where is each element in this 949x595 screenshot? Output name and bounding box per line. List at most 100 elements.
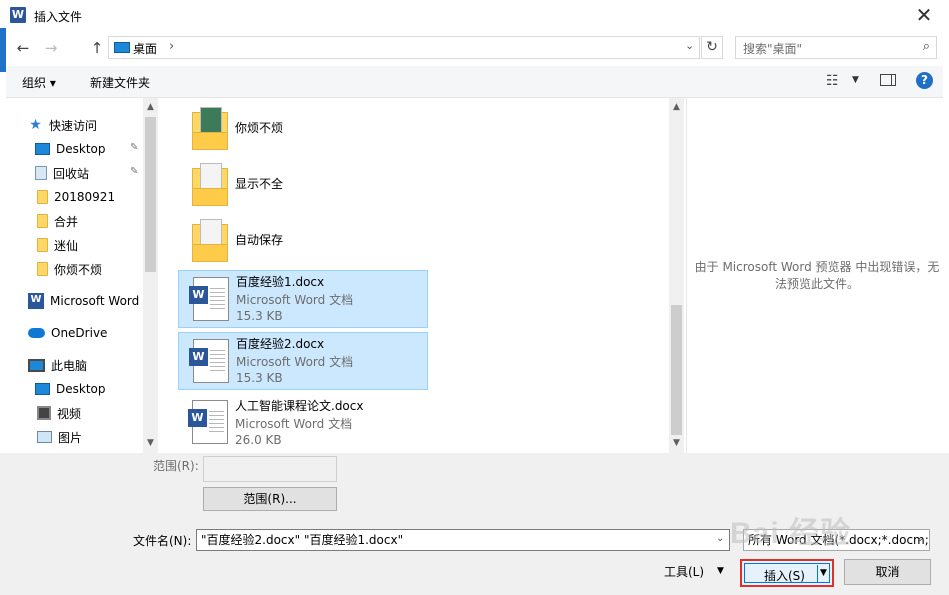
folder-icon — [192, 163, 228, 206]
sidebar-item-videos[interactable]: 视频 — [37, 403, 81, 423]
sidebar-item-quick-access[interactable]: ★ 快速访问 — [28, 115, 97, 135]
sidebar-item-label: Desktop — [56, 382, 106, 396]
list-item-document[interactable]: W 人工智能课程论文.docx Microsoft Word 文档 26.0 K… — [178, 394, 428, 452]
scrollbar-thumb[interactable] — [145, 117, 156, 272]
folder-icon — [37, 214, 48, 228]
organize-button[interactable]: 组织 ▾ — [22, 74, 56, 91]
list-item-folder[interactable]: 自动保存 — [178, 216, 428, 264]
sidebar-item-folder[interactable]: 合并 — [37, 211, 78, 231]
close-icon[interactable]: ✕ — [909, 4, 939, 28]
range-button[interactable]: 范围(R)... — [203, 487, 337, 511]
file-name: 显示不全 — [235, 177, 284, 191]
cloud-icon — [28, 328, 45, 338]
file-type: Microsoft Word 文档 — [235, 417, 353, 431]
watermark-logo: Bai 经验 — [730, 517, 852, 550]
desktop-icon — [35, 143, 50, 155]
chevron-down-icon[interactable]: ⌄ — [916, 533, 924, 544]
filename-field[interactable]: "百度经验2.docx" "百度经验1.docx" — [196, 529, 730, 551]
preview-pane-icon[interactable] — [880, 74, 896, 86]
sidebar-item-onedrive[interactable]: OneDrive — [28, 323, 107, 343]
folder-icon — [37, 238, 48, 252]
folder-icon — [37, 262, 48, 276]
chevron-right-icon[interactable]: › — [169, 39, 174, 54]
address-bar[interactable]: 桌面 › ⌄ — [108, 36, 700, 59]
search-input[interactable]: 搜索"桌面" ⌕ — [735, 36, 937, 59]
word-icon: W — [28, 293, 44, 309]
preview-pane: 由于 Microsoft Word 预览器 中出现错误，无法预览此文件。 — [686, 98, 943, 453]
chevron-down-icon[interactable]: ▼ — [717, 566, 724, 576]
list-item-document[interactable]: W 百度经验2.docx Microsoft Word 文档 15.3 KB — [178, 332, 428, 390]
sidebar-item-label: 图片 — [58, 430, 83, 445]
pin-icon[interactable]: ✎ — [130, 166, 138, 177]
sidebar-item-folder[interactable]: 迷仙 — [37, 235, 78, 255]
range-input — [203, 456, 337, 482]
sidebar-item-this-pc[interactable]: 此电脑 — [28, 355, 87, 375]
word-document-icon: W — [188, 400, 228, 444]
sidebar-item-label: Microsoft Word — [50, 294, 140, 308]
sidebar-item-microsoft-word[interactable]: W Microsoft Word — [28, 291, 139, 311]
sidebar-item-label: 视频 — [57, 406, 82, 421]
navigation-pane: ★ 快速访问 Desktop ✎ 回收站 ✎ 20180921 合并 迷仙 你烦… — [6, 98, 158, 453]
scrollbar-thumb[interactable] — [671, 305, 682, 435]
file-size: 26.0 KB — [235, 433, 282, 447]
chevron-down-icon[interactable]: ▼ — [852, 75, 859, 85]
chevron-down-icon[interactable]: ▼ — [820, 568, 827, 578]
window-title: 插入文件 — [34, 10, 83, 24]
word-document-icon: W — [189, 277, 229, 321]
sidebar-item-label: Desktop — [56, 142, 106, 156]
list-item-folder[interactable]: 显示不全 — [178, 160, 428, 208]
pin-icon[interactable]: ✎ — [130, 142, 138, 153]
sidebar-item-folder[interactable]: 你烦不烦 — [37, 259, 102, 279]
up-icon[interactable]: ↑ — [86, 38, 108, 58]
computer-icon — [28, 358, 45, 372]
sidebar-item-label: 合并 — [54, 214, 79, 229]
search-icon[interactable]: ⌕ — [923, 39, 930, 54]
folder-icon — [192, 107, 228, 150]
insert-button[interactable]: 插入(S) ▼ — [740, 559, 834, 587]
file-size: 15.3 KB — [236, 309, 283, 323]
chevron-down-icon[interactable]: ⌄ — [685, 39, 694, 52]
desktop-icon — [114, 42, 130, 53]
sidebar-item-recycle-bin[interactable]: 回收站 ✎ — [35, 163, 145, 183]
file-name: 百度经验2.docx — [236, 337, 325, 351]
insert-label: 插入(S) — [764, 569, 805, 583]
file-type: Microsoft Word 文档 — [236, 293, 354, 307]
insert-button-face[interactable]: 插入(S) ▼ — [744, 563, 830, 583]
list-item-document[interactable]: W 百度经验1.docx Microsoft Word 文档 15.3 KB — [178, 270, 428, 328]
sidebar-item-label: 此电脑 — [51, 358, 88, 373]
refresh-icon[interactable]: ↻ — [701, 36, 723, 59]
new-folder-button[interactable]: 新建文件夹 — [90, 74, 150, 91]
folder-icon — [192, 219, 228, 262]
video-icon — [37, 406, 51, 420]
range-label: 范围(R): — [153, 459, 199, 473]
sidebar-item-pictures[interactable]: 图片 — [37, 427, 82, 447]
word-document-icon: W — [189, 339, 229, 383]
sidebar-item-label: 快速访问 — [49, 118, 98, 133]
desktop-icon — [35, 383, 50, 395]
scroll-up-icon[interactable]: ▲ — [669, 102, 684, 112]
sidebar-item-folder[interactable]: 20180921 — [37, 187, 115, 207]
help-icon[interactable]: ? — [916, 72, 933, 89]
back-icon[interactable]: ← — [12, 38, 34, 58]
sidebar-item-desktop[interactable]: Desktop ✎ — [35, 139, 145, 159]
scroll-down-icon[interactable]: ▼ — [669, 438, 684, 448]
view-options-icon[interactable]: ☷ — [826, 73, 839, 89]
recycle-bin-icon — [35, 166, 47, 180]
picture-icon — [37, 431, 52, 443]
toolbar: 组织 ▾ 新建文件夹 ☷ ▼ ? — [6, 66, 943, 98]
file-name: 自动保存 — [235, 233, 284, 247]
title-bar — [0, 0, 949, 32]
sidebar-item-desktop[interactable]: Desktop — [35, 379, 106, 399]
scroll-up-icon[interactable]: ▲ — [143, 102, 158, 112]
file-name: 人工智能课程论文.docx — [235, 399, 364, 413]
breadcrumb[interactable]: 桌面 — [133, 40, 157, 57]
file-size: 15.3 KB — [236, 371, 283, 385]
scroll-down-icon[interactable]: ▼ — [143, 438, 158, 448]
chevron-down-icon[interactable]: ⌄ — [716, 533, 724, 544]
tools-button[interactable]: 工具(L) — [664, 563, 704, 580]
forward-icon[interactable]: → — [40, 38, 62, 58]
sidebar-item-label: 你烦不烦 — [54, 262, 103, 277]
cancel-button[interactable]: 取消 — [844, 559, 931, 585]
list-item-folder[interactable]: 你烦不烦 — [178, 104, 428, 152]
preview-error-message: 由于 Microsoft Word 预览器 中出现错误，无法预览此文件。 — [694, 260, 940, 291]
